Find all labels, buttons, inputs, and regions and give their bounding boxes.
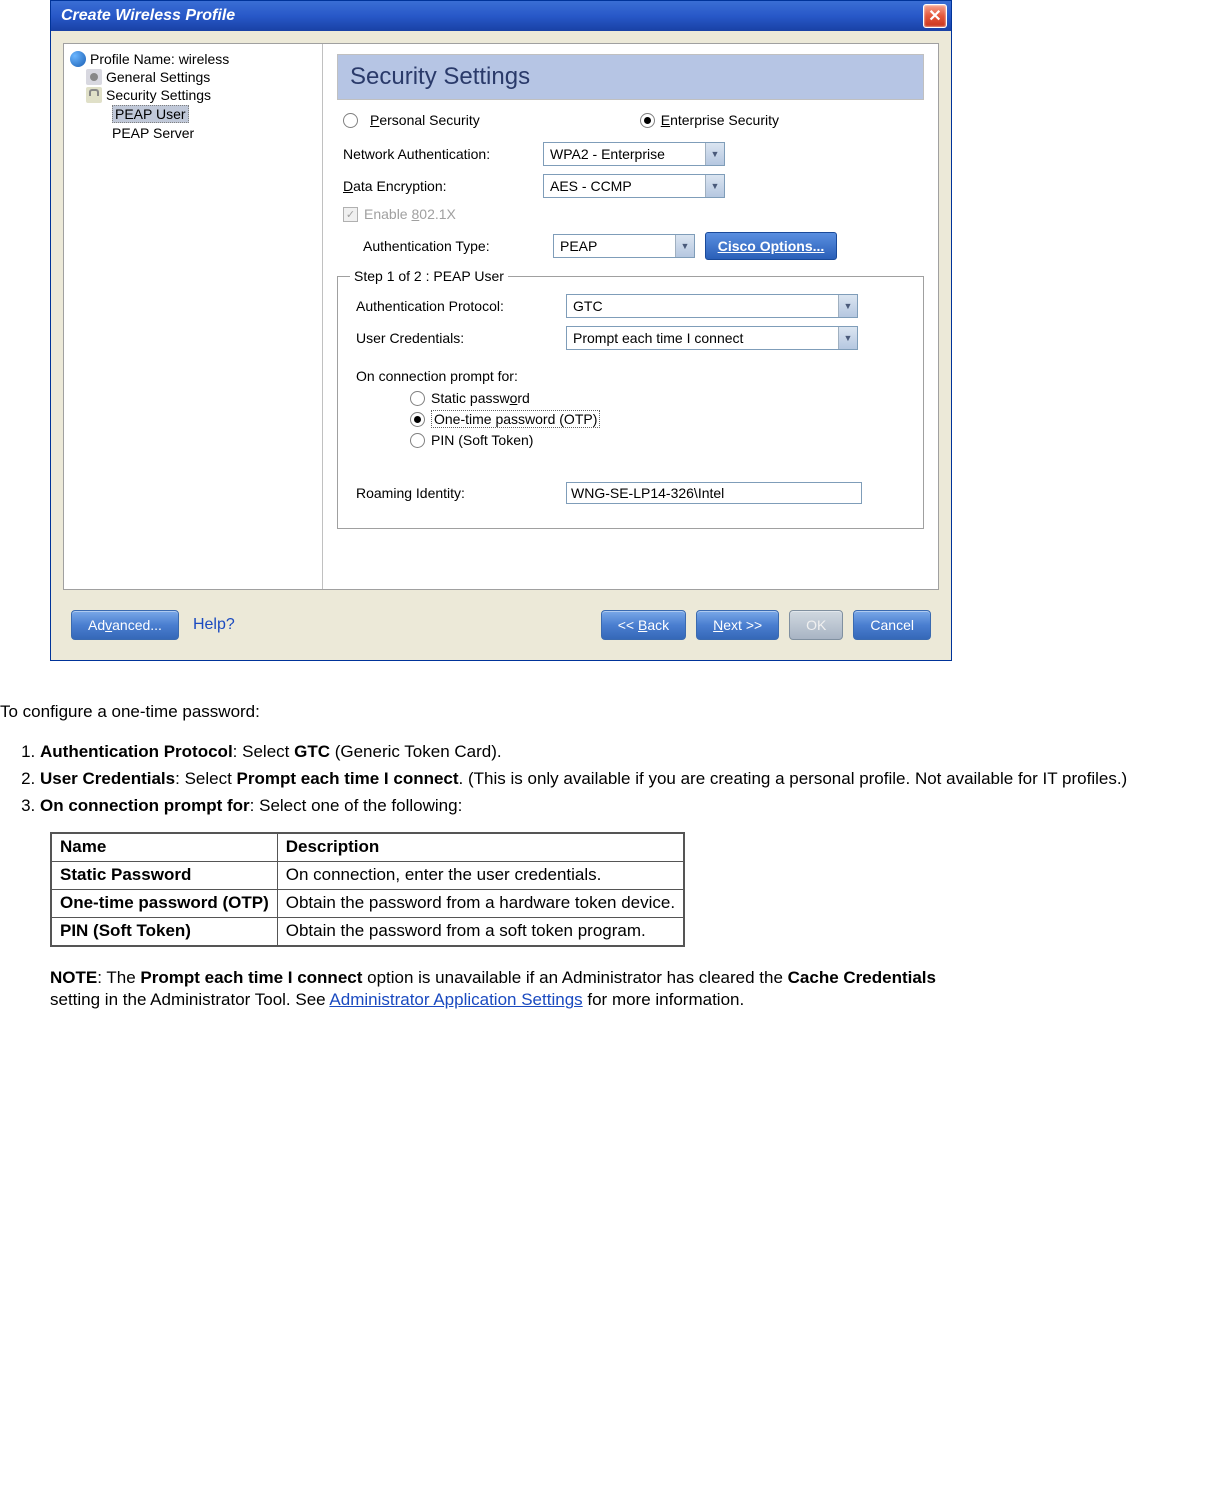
table-row: PIN (Soft Token)Obtain the password from… xyxy=(51,917,684,945)
roaming-identity-value: WNG-SE-LP14-326\Intel xyxy=(571,485,724,501)
cisco-options-button[interactable]: Cisco Options... xyxy=(705,232,837,260)
chevron-down-icon: ▼ xyxy=(705,143,724,165)
user-cred-label: User Credentials: xyxy=(356,330,566,346)
pin-radio[interactable]: PIN (Soft Token) xyxy=(410,432,911,448)
chevron-down-icon: ▼ xyxy=(675,235,694,257)
table-row: One-time password (OTP)Obtain the passwo… xyxy=(51,889,684,917)
static-password-radio[interactable]: Static password xyxy=(410,390,911,406)
chevron-down-icon: ▼ xyxy=(838,327,857,349)
personal-security-label: ersonal Security xyxy=(379,112,479,128)
tree-peap-server-label: PEAP Server xyxy=(112,125,194,141)
nav-tree: Profile Name: wireless General Settings … xyxy=(64,44,323,589)
gear-icon xyxy=(86,69,102,85)
advanced-button[interactable]: Advanced... xyxy=(71,610,179,640)
data-enc-dropdown[interactable]: AES - CCMP ▼ xyxy=(543,174,725,198)
otp-radio[interactable]: One-time password (OTP) xyxy=(410,410,911,428)
tree-general-label: General Settings xyxy=(106,69,210,85)
button-bar: Advanced... Help? << Back Next >> OK Can… xyxy=(57,596,945,654)
close-icon[interactable]: ✕ xyxy=(923,4,947,28)
checkbox-icon: ✓ xyxy=(343,207,358,222)
tree-security-label: Security Settings xyxy=(106,87,211,103)
radio-icon xyxy=(343,113,358,128)
auth-proto-value: GTC xyxy=(567,298,838,314)
doc-note: NOTE: The Prompt each time I connect opt… xyxy=(50,967,950,1013)
titlebar: Create Wireless Profile ✕ xyxy=(51,1,951,31)
roaming-identity-input[interactable]: WNG-SE-LP14-326\Intel xyxy=(566,482,862,504)
ok-button[interactable]: OK xyxy=(789,610,843,640)
tree-peap-user-label: PEAP User xyxy=(112,105,189,123)
tree-general[interactable]: General Settings xyxy=(68,68,318,86)
chevron-down-icon: ▼ xyxy=(705,175,724,197)
globe-icon xyxy=(70,51,86,67)
prompt-for-label: On connection prompt for: xyxy=(356,368,911,384)
th-desc: Description xyxy=(277,833,684,861)
window-title: Create Wireless Profile xyxy=(55,7,235,25)
doc-step-2: User Credentials: Select Prompt each tim… xyxy=(40,768,1214,791)
personal-security-radio[interactable]: Personal Security xyxy=(343,112,480,128)
help-link[interactable]: Help? xyxy=(193,616,235,634)
roaming-label: Roaming Identity: xyxy=(356,485,566,501)
chevron-down-icon: ▼ xyxy=(838,295,857,317)
enterprise-security-label: nterprise Security xyxy=(670,112,779,128)
network-auth-label: Network Authentication: xyxy=(343,146,543,162)
dialog-body: Profile Name: wireless General Settings … xyxy=(63,43,939,590)
options-table: NameDescription Static PasswordOn connec… xyxy=(50,832,685,947)
doc-intro: To configure a one-time password: xyxy=(0,701,1214,724)
auth-type-label: Authentication Type: xyxy=(363,238,553,254)
tree-root[interactable]: Profile Name: wireless xyxy=(68,50,318,68)
next-button[interactable]: Next >> xyxy=(696,610,779,640)
pin-label: PIN (Soft Token) xyxy=(431,432,533,448)
cancel-button[interactable]: Cancel xyxy=(853,610,931,640)
user-cred-value: Prompt each time I connect xyxy=(567,330,838,346)
th-name: Name xyxy=(51,833,277,861)
admin-settings-link[interactable]: Administrator Application Settings xyxy=(329,990,582,1009)
auth-proto-label: Authentication Protocol: xyxy=(356,298,566,314)
auth-proto-dropdown[interactable]: GTC ▼ xyxy=(566,294,858,318)
user-cred-dropdown[interactable]: Prompt each time I connect ▼ xyxy=(566,326,858,350)
data-enc-value: AES - CCMP xyxy=(544,178,705,194)
create-wireless-profile-dialog: Create Wireless Profile ✕ Profile Name: … xyxy=(50,0,952,661)
auth-type-dropdown[interactable]: PEAP ▼ xyxy=(553,234,695,258)
tree-peap-user[interactable]: PEAP User xyxy=(68,104,318,124)
auth-type-value: PEAP xyxy=(554,238,675,254)
step-legend: Step 1 of 2 : PEAP User xyxy=(350,268,508,284)
back-button[interactable]: << Back xyxy=(601,610,686,640)
data-enc-label: Data Encryption: xyxy=(343,178,543,194)
otp-label: One-time password (OTP) xyxy=(431,410,600,428)
enable-8021x-checkbox: ✓ Enable 802.1X xyxy=(337,206,924,222)
radio-icon xyxy=(410,433,425,448)
tree-peap-server[interactable]: PEAP Server xyxy=(68,124,318,142)
doc-step-3: On connection prompt for: Select one of … xyxy=(40,795,1214,818)
network-auth-dropdown[interactable]: WPA2 - Enterprise ▼ xyxy=(543,142,725,166)
page-title: Security Settings xyxy=(337,54,924,100)
main-pane: Security Settings Personal Security Ente… xyxy=(323,44,938,589)
radio-selected-icon xyxy=(640,113,655,128)
radio-icon xyxy=(410,391,425,406)
peap-user-step: Step 1 of 2 : PEAP User Authentication P… xyxy=(337,268,924,529)
tree-root-label: Profile Name: wireless xyxy=(90,51,229,67)
doc-section: To configure a one-time password: Authen… xyxy=(0,701,1214,1012)
enterprise-security-radio[interactable]: Enterprise Security xyxy=(640,112,779,128)
tree-security[interactable]: Security Settings xyxy=(68,86,318,104)
doc-step-1: Authentication Protocol: Select GTC (Gen… xyxy=(40,741,1214,764)
network-auth-value: WPA2 - Enterprise xyxy=(544,146,705,162)
lock-icon xyxy=(86,87,102,103)
radio-selected-icon xyxy=(410,412,425,427)
table-row: Static PasswordOn connection, enter the … xyxy=(51,861,684,889)
